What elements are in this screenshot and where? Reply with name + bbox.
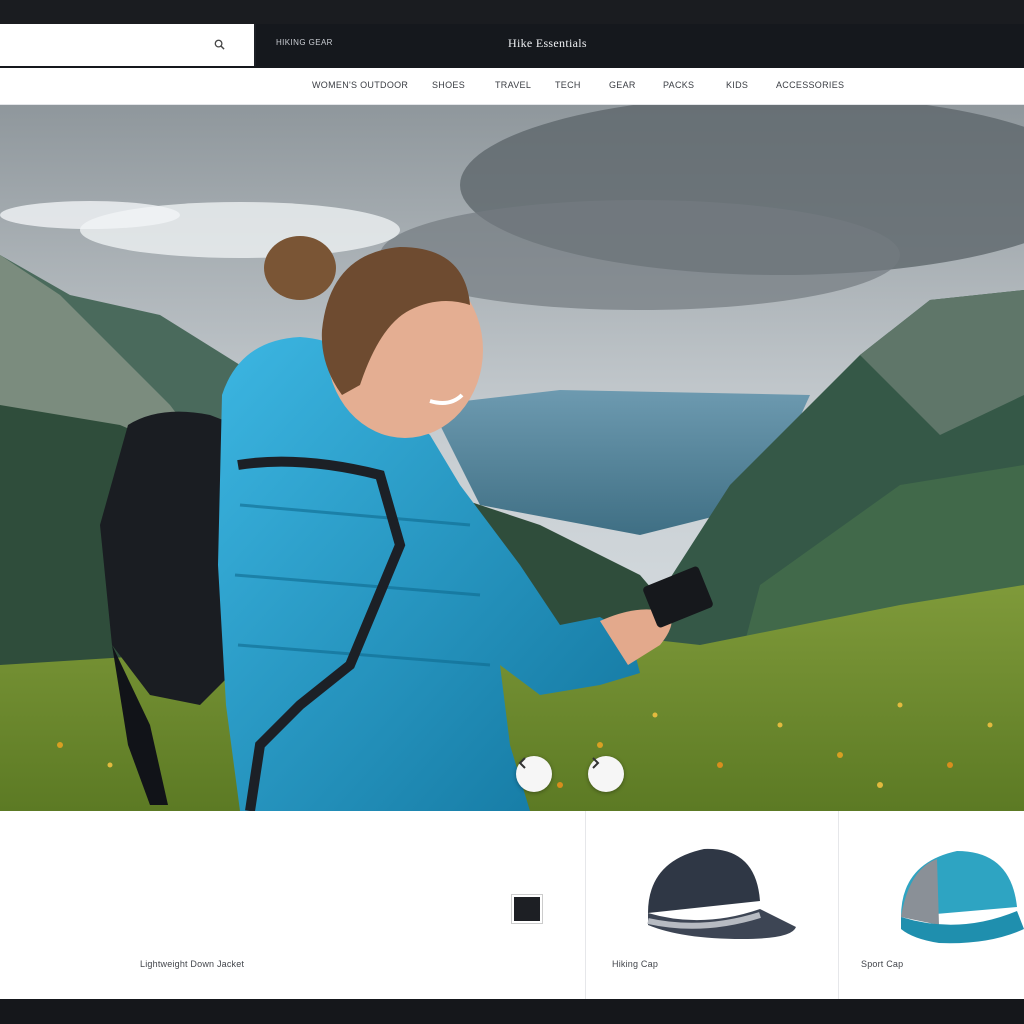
quick-view-icon[interactable]: [512, 895, 542, 923]
product-card-jacket[interactable]: Lightweight Down Jacket: [0, 811, 585, 999]
product-row: Lightweight Down Jacket Hiking Cap Sport…: [0, 811, 1024, 999]
search-input[interactable]: [10, 34, 199, 58]
chevron-left-icon: [518, 757, 526, 769]
hero-image: [0, 105, 1024, 811]
nav-item-packs[interactable]: PACKS: [663, 80, 694, 90]
slide-prev-dot[interactable]: [516, 756, 552, 792]
nav-item-travel[interactable]: TRAVEL: [495, 80, 531, 90]
product-label[interactable]: Hiking Cap: [612, 959, 658, 969]
nav-item-womens-outdoor[interactable]: WOMEN'S OUTDOOR: [312, 80, 408, 90]
search-box[interactable]: [0, 24, 256, 66]
nav-item-accessories[interactable]: ACCESSORIES: [776, 80, 844, 90]
cap-dark-image: [647, 848, 796, 939]
product-card-hiking-cap[interactable]: Hiking Cap: [586, 811, 838, 999]
top-link[interactable]: HIKING GEAR: [276, 38, 333, 47]
product-label[interactable]: Lightweight Down Jacket: [140, 959, 244, 969]
browser-window: HIKING GEAR Hike Essentials WOMEN'S OUTD…: [0, 0, 1024, 1024]
bottom-bar: [0, 999, 1024, 1024]
product-card-sport-cap[interactable]: Sport Cap: [839, 811, 1024, 999]
brand-logo-text[interactable]: Hike Essentials: [508, 36, 587, 51]
cap-blue-image: [901, 851, 1024, 944]
nav-item-tech[interactable]: TECH: [555, 80, 581, 90]
nav-item-shoes[interactable]: SHOES: [432, 80, 465, 90]
main-nav: WOMEN'S OUTDOOR SHOES TRAVEL TECH GEAR P…: [0, 68, 1024, 105]
nav-item-gear[interactable]: GEAR: [609, 80, 636, 90]
nav-item-kids[interactable]: KIDS: [726, 80, 748, 90]
search-icon[interactable]: [214, 39, 225, 50]
product-label[interactable]: Sport Cap: [861, 959, 903, 969]
chevron-right-icon: [592, 757, 600, 769]
hero-banner: [0, 105, 1024, 811]
slide-next-dot[interactable]: [588, 756, 624, 792]
